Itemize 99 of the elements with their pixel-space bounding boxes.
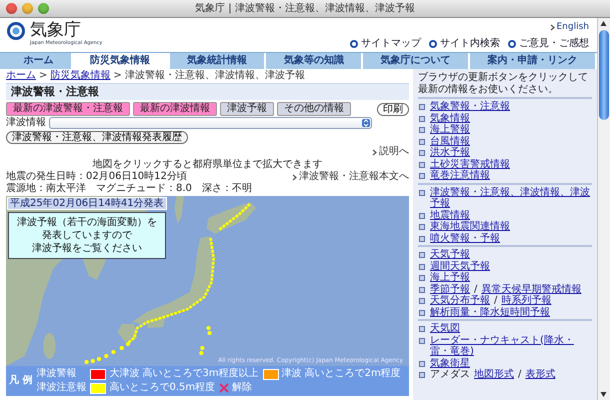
bullet-icon [419,372,425,378]
sidebar-link[interactable]: 海上警報 [430,124,470,136]
bullet-icon [419,326,425,332]
legend-title: 凡 例 [9,375,32,387]
sidebar-link[interactable]: 土砂災害警戒情報 [430,158,510,170]
chevron-icon [550,24,554,30]
bullet-icon [419,236,425,242]
legend-label: 津波注意報 [36,382,86,394]
scroll-thumb[interactable] [599,30,609,120]
bullet-icon [508,40,516,48]
sidebar-link[interactable]: 台風情報 [430,136,470,147]
bullet-icon [419,138,425,144]
legend-text: 高いところで0.5m程度 [109,382,216,394]
bullet-icon [419,298,425,304]
bullet-icon [419,224,425,230]
print-button[interactable]: 印刷 [377,102,409,116]
sidebar-link[interactable]: 天気図 [430,323,460,334]
explanation-link[interactable]: 説明へ [379,146,409,158]
sidebar-link[interactable]: 竜巻注意情報 [430,170,490,182]
sidebar-link[interactable]: レーダー・ナウキャスト(降水・雷・竜巻) [430,334,592,358]
legend-text: 解除 [232,382,252,394]
zoom-button[interactable] [38,3,49,14]
bullet-icon [419,286,425,292]
link-separator: / [474,284,478,294]
bullet-icon [419,252,425,258]
sidebar-link[interactable]: 気象警報・注意報 [430,101,510,112]
link-separator: / [518,369,522,380]
bullet-icon [419,338,425,344]
issued-label: 平成25年02月06日14時41分発表 [7,197,167,210]
sidebar-link[interactable]: 地震情報 [430,210,470,221]
bullet-icon [419,310,425,316]
bullet-icon [419,127,425,133]
window-title: 気象庁 | 津波警報・注意報、津波情報、津波予報 [194,2,416,14]
breadcrumb-link[interactable]: 防災気象情報 [50,70,110,82]
breadcrumb-current: 津波警報・注意報、津波情報、津波予報 [124,70,305,82]
breadcrumb-link[interactable]: ホーム [6,70,36,82]
bullet-icon [419,162,425,168]
quake-time: 地震の発生日時：02月06日10時12分頃 [6,171,188,182]
quake-info: 震源地：南太平洋 マグニチュード：8.0 深さ：不明 [6,183,252,195]
sidebar-link[interactable]: 海上予報 [430,272,470,284]
sidebar-text: アメダス [430,369,470,380]
tsunami-info-select[interactable] [49,117,372,129]
chevron-icon [372,148,377,156]
sidebar-link[interactable]: 週間天気予報 [430,260,490,272]
dropdown-arrow-icon [362,119,370,127]
sidebar-link[interactable]: 津波警報・注意報、津波情報、津波予報 [430,186,592,210]
bullet-icon [429,40,437,48]
bullet-icon [419,104,425,110]
legend-name: 津波 [282,368,302,380]
sidebar-link[interactable]: 洪水予報 [430,147,470,158]
bullet-icon [419,275,425,281]
sidebar-link[interactable]: 時系列予報 [501,295,552,306]
english-link[interactable]: English [556,21,589,33]
map-hint: 地図をクリックすると都府県単位まで拡大できます [92,159,324,170]
sidebar-intro: ブラウザの更新ボタンをクリックして最新の情報をお使いください。 [418,72,589,95]
tab-button[interactable]: その他の情報 [277,102,351,116]
minimize-button[interactable] [22,3,33,14]
legend-text: 高いところで2m程度 [304,368,401,380]
tab-button[interactable]: 最新の津波情報 [133,102,217,116]
notice-box: 津波予報（若干の海面変動）を 発表していますので 津波予報をご覧ください [8,212,166,259]
breadcrumb-separator: > [113,70,122,82]
sidebar-link[interactable]: 気象衛星 [430,358,470,369]
logo-icon [6,21,26,41]
logo-text: 気象庁 [30,21,82,40]
bullet-icon [419,116,425,122]
bullet-icon [419,212,425,218]
bullet-icon [350,40,358,48]
bullet-icon [419,190,425,196]
sidebar-link[interactable]: 天気予報 [430,249,470,260]
link-separator: / [494,295,498,306]
legend-name: 大津波 [109,368,140,380]
close-button[interactable] [6,3,17,14]
tab-button[interactable]: 津波予報 [220,102,274,116]
bullet-icon [419,173,425,179]
site-link[interactable]: サイト内検索 [440,38,500,50]
page-heading: 津波警報・注意報 [6,83,409,100]
nav-tab[interactable]: 防災気象情報 [72,53,170,69]
sidebar-link[interactable]: 地図形式 [474,369,514,380]
site-link[interactable]: ご意見・ご感想 [519,38,589,50]
sidebar-link[interactable]: 噴火警報・予報 [430,232,500,244]
bullet-icon [419,150,425,156]
bulletin-link[interactable]: 津波警報・注意報本文へ [299,171,409,183]
bullet-icon [419,264,425,270]
legend-label: 津波警報 [36,368,78,380]
breadcrumb-separator: > [39,70,48,82]
sidebar-link[interactable]: 天気分布予報 [430,295,490,306]
sidebar-link[interactable]: 気象情報 [430,112,470,124]
legend-text: 高いところで3m程度以上 [142,368,259,380]
sidebar-link[interactable]: 解析雨量・降水短時間予報 [430,306,550,318]
sidebar-link[interactable]: 季節予報 [430,284,470,295]
sidebar-link[interactable]: 表形式 [525,369,556,380]
sidebar-link[interactable]: 異常天候早期警戒情報 [481,284,582,295]
site-link[interactable]: サイトマップ [361,38,421,50]
tab-button[interactable]: 最新の津波警報・注意報 [6,102,130,116]
bullet-icon [419,360,425,366]
sidebar-link[interactable]: 東海地震関連情報 [430,221,510,232]
chevron-icon [292,174,297,180]
select-label: 津波情報 [6,117,46,129]
history-button[interactable]: 津波警報・注意報、津波情報発表履歴 [6,131,188,144]
